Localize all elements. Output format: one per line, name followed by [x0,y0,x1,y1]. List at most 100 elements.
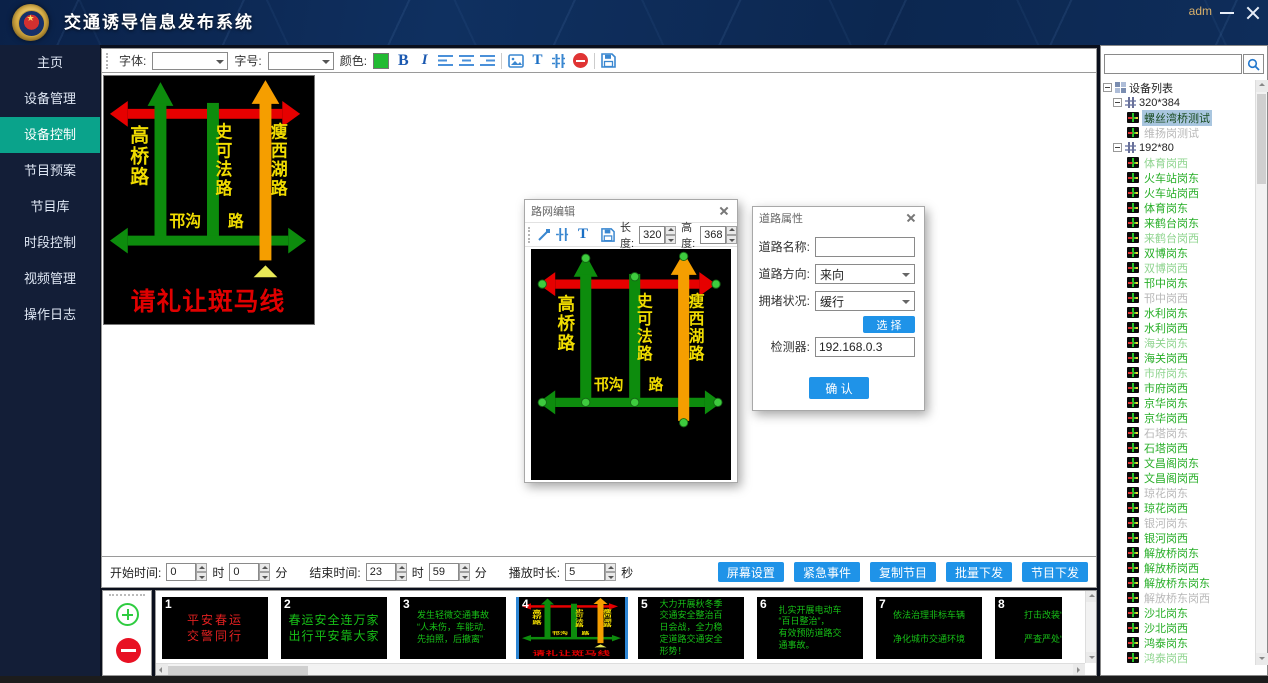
tree-vertical-scrollbar[interactable] [1255,80,1267,665]
device-tree-item[interactable]: 琼花岗西 [1103,500,1254,515]
align-left-icon[interactable] [438,54,453,67]
road-layout-icon[interactable] [552,54,567,68]
device-tree-item[interactable]: 解放桥东岗西 [1103,590,1254,605]
device-tree-item[interactable]: 市府岗东 [1103,365,1254,380]
align-center-icon[interactable] [459,54,474,67]
action-button[interactable]: 复制节目 [870,562,936,582]
device-tree-item[interactable]: 邗中岗东 [1103,275,1254,290]
start-minute-stepper[interactable]: 0 [229,563,270,581]
device-tree-item[interactable]: 双博岗西 [1103,260,1254,275]
end-minute-value[interactable]: 59 [429,563,459,581]
start-hour-value[interactable]: 0 [166,563,196,581]
text-tool-button[interactable]: T [575,226,591,243]
device-tree-item[interactable]: 文昌阁岗东 [1103,455,1254,470]
device-tree-item[interactable]: 沙北岗东 [1103,605,1254,620]
end-minute-stepper[interactable]: 59 [429,563,470,581]
stepper-down-icon[interactable] [396,572,407,581]
device-tree-item[interactable]: 文昌阁岗西 [1103,470,1254,485]
device-tree-item[interactable]: 来鹤台岗东 [1103,215,1254,230]
detector-input[interactable] [815,337,915,357]
congestion-select[interactable]: 缓行 [815,291,915,311]
close-icon[interactable] [904,211,918,225]
device-tree-item[interactable]: 银河岗西 [1103,530,1254,545]
scroll-down-icon[interactable] [1256,653,1268,665]
device-tree-item[interactable]: 螺丝湾桥测试 [1103,110,1254,125]
program-thumbnail[interactable]: 4高桥路史可法路瘦西湖路邗沟路请礼让斑马线 [519,597,625,659]
delete-icon[interactable] [573,53,588,68]
duration-value[interactable]: 5 [565,563,605,581]
device-tree-item[interactable]: 火车站岗西 [1103,185,1254,200]
device-tree-item[interactable]: 海关岗西 [1103,350,1254,365]
save-icon[interactable] [601,228,615,242]
height-value[interactable]: 368 [700,226,726,244]
thumbnail-horizontal-scrollbar[interactable] [156,663,1085,675]
program-thumbnail[interactable]: 1平安春运 交警同行 [162,597,268,659]
device-tree-item[interactable]: 体育岗东 [1103,200,1254,215]
program-thumbnail[interactable]: 5大力开展秋冬季 交通安全整治百 日会战，全力稳 定道路交通安全 形势！ [638,597,744,659]
minimize-icon[interactable] [1216,2,1238,24]
device-tree-item[interactable]: 双博岗东 [1103,245,1254,260]
stepper-up-icon[interactable] [259,563,270,572]
program-thumbnail[interactable]: 8打击改装“炸 严查严处“机 [995,597,1062,659]
start-minute-value[interactable]: 0 [229,563,259,581]
road-name-input[interactable] [815,237,915,257]
device-tree-item[interactable]: 市府岗西 [1103,380,1254,395]
stepper-up-icon[interactable] [726,226,737,235]
start-hour-stepper[interactable]: 0 [166,563,207,581]
device-tree-item[interactable]: 维扬岗测试 [1103,125,1254,140]
length-value[interactable]: 320 [639,226,665,244]
scrollbar-thumb[interactable] [1257,94,1266,184]
action-button[interactable]: 屏幕设置 [718,562,784,582]
stepper-up-icon[interactable] [196,563,207,572]
font-dropdown[interactable] [152,52,228,70]
action-button[interactable]: 批量下发 [946,562,1012,582]
device-tree-item[interactable]: 京华岗东 [1103,395,1254,410]
sidebar-item[interactable]: 节目库 [0,189,100,225]
toolbar-drag-handle[interactable] [528,227,530,243]
device-tree-item[interactable]: 鸿泰岗西 [1103,650,1254,665]
tree-group-row[interactable]: 192*80 [1103,140,1254,155]
search-button[interactable] [1243,54,1264,74]
program-thumbnail[interactable]: 6扎实开展电动车 “百日整治”， 有效预防道路交 通事故。 [757,597,863,659]
font-size-dropdown[interactable] [268,52,334,70]
road-direction-select[interactable]: 来向 [815,264,915,284]
device-tree-item[interactable]: 体育岗西 [1103,155,1254,170]
device-tree-item[interactable]: 水利岗西 [1103,320,1254,335]
device-tree-item[interactable]: 解放桥岗西 [1103,560,1254,575]
bold-button[interactable]: B [395,52,412,70]
device-tree-item[interactable]: 石塔岗西 [1103,440,1254,455]
color-swatch[interactable] [373,53,389,69]
thumbnail-vertical-scrollbar[interactable] [1085,591,1096,663]
sidebar-item[interactable]: 节目预案 [0,153,100,189]
add-program-icon[interactable] [116,603,139,626]
scroll-left-icon[interactable] [156,664,168,676]
device-tree-item[interactable]: 沙北岗西 [1103,620,1254,635]
device-tree-item[interactable]: 水利岗东 [1103,305,1254,320]
program-thumbnail[interactable]: 3发生轻微交通事故 “人未伤，车能动. 先拍照，后撤离” [400,597,506,659]
stepper-up-icon[interactable] [665,226,676,235]
draw-line-icon[interactable] [537,228,551,242]
stepper-down-icon[interactable] [196,572,207,581]
align-right-icon[interactable] [480,54,495,67]
roadnet-edit-canvas[interactable]: 高桥路史可法路瘦西湖路邗沟路 [531,249,731,480]
collapse-icon[interactable] [1103,83,1112,92]
panel-drag-handle[interactable] [109,594,145,599]
sidebar-item[interactable]: 设备管理 [0,81,100,117]
scroll-right-icon[interactable] [1073,664,1085,676]
device-tree-item[interactable]: 火车站岗东 [1103,170,1254,185]
program-thumbnail[interactable]: 7依法治理非标车辆 净化城市交通环境 [876,597,982,659]
action-button[interactable]: 紧急事件 [794,562,860,582]
stepper-down-icon[interactable] [459,572,470,581]
confirm-button[interactable]: 确 认 [809,377,869,399]
select-button[interactable]: 选 择 [863,316,915,333]
device-tree-item[interactable]: 邗中岗西 [1103,290,1254,305]
device-tree-item[interactable]: 银河岗东 [1103,515,1254,530]
scroll-down-icon[interactable] [1086,652,1097,663]
sidebar-item[interactable]: 时段控制 [0,225,100,261]
height-stepper[interactable]: 368 [700,226,737,244]
scroll-up-icon[interactable] [1086,591,1097,602]
action-button[interactable]: 节目下发 [1022,562,1088,582]
collapse-icon[interactable] [1113,98,1122,107]
program-thumbnail[interactable]: 2春运安全连万家 出行平安靠大家 [281,597,387,659]
device-tree-item[interactable]: 石塔岗东 [1103,425,1254,440]
